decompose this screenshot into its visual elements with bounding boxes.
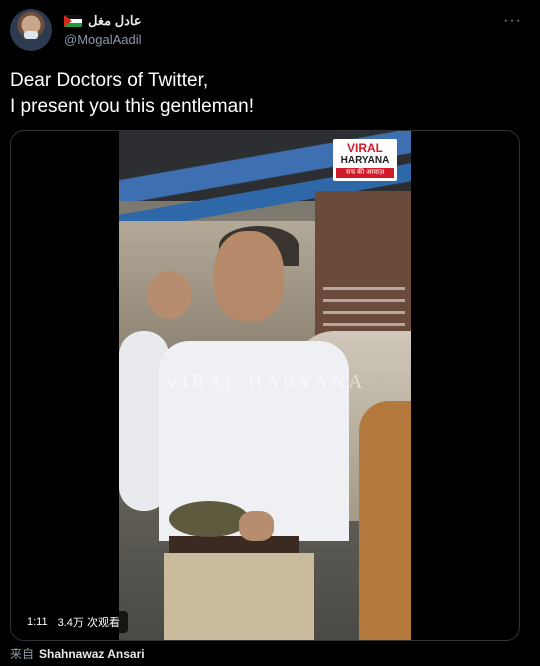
tweet-text-line-2: I present you this gentleman!	[10, 96, 254, 117]
author-handle[interactable]: @MogalAadil	[64, 32, 142, 47]
video-player[interactable]: VIRAL HARYANA VIRAL HARYANA सच की आवाज़ …	[10, 130, 520, 641]
author-display-name[interactable]: عادل مغل	[88, 13, 142, 29]
avatar[interactable]	[10, 9, 52, 51]
video-stats-badge: 1:11 3.4万 次观看	[19, 611, 128, 633]
logo-line-1: VIRAL	[347, 141, 383, 155]
video-watermark: VIRAL HARYANA	[164, 371, 366, 393]
tweet-text: Dear Doctors of Twitter, I present you t…	[10, 68, 530, 120]
person-head	[214, 231, 284, 321]
video-source: 来自 Shahnawaz Ansari	[10, 645, 145, 662]
held-object	[169, 501, 249, 537]
tweet-text-line-1: Dear Doctors of Twitter,	[10, 70, 209, 91]
wall-signboard	[315, 191, 411, 341]
source-link[interactable]: Shahnawaz Ansari	[39, 647, 145, 661]
logo-line-3: सच की आवाज़	[336, 168, 394, 178]
palestine-flag-icon	[64, 15, 82, 27]
video-frame[interactable]: VIRAL HARYANA VIRAL HARYANA सच की आवाज़	[119, 131, 411, 640]
source-prefix: 来自	[10, 647, 35, 661]
cow-figure-2	[359, 401, 411, 640]
author-name-row[interactable]: عادل مغل	[64, 13, 142, 29]
video-views: 3.4万 次观看	[57, 617, 120, 629]
logo-line-2: HARYANA	[340, 155, 390, 166]
more-options-icon[interactable]: ···	[503, 12, 522, 30]
channel-logo: VIRAL HARYANA सच की आवाज़	[333, 139, 397, 181]
tweet-header: عادل مغل @MogalAadil ···	[0, 0, 540, 60]
video-duration: 1:11	[27, 616, 48, 628]
